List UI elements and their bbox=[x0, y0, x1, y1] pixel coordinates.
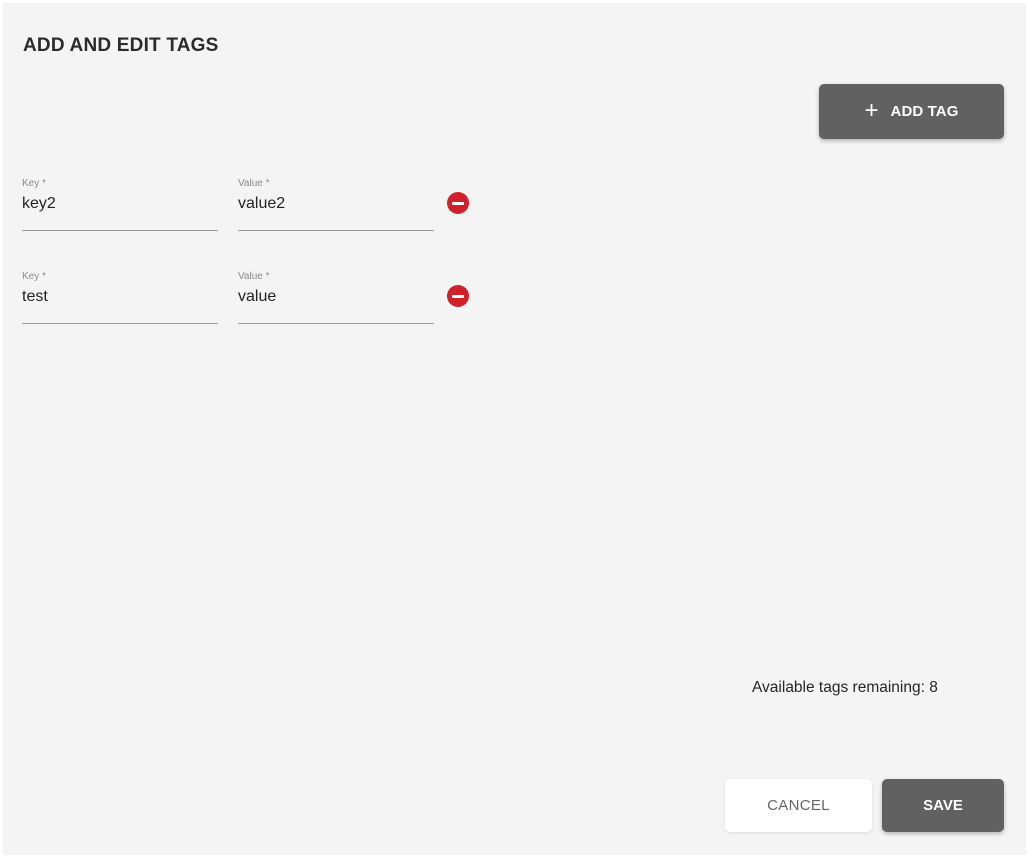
remove-circle-icon bbox=[452, 294, 464, 298]
key-label: Key * bbox=[22, 271, 46, 282]
add-tag-button[interactable]: + ADD TAG bbox=[819, 84, 1004, 139]
value-field: Value * bbox=[238, 178, 434, 231]
key-field: Key * bbox=[22, 271, 218, 324]
value-label: Value * bbox=[238, 271, 270, 282]
value-input[interactable] bbox=[238, 288, 428, 306]
remove-circle-icon bbox=[452, 201, 464, 205]
dialog-title: ADD AND EDIT TAGS bbox=[23, 35, 219, 56]
key-input[interactable] bbox=[22, 195, 212, 213]
value-label: Value * bbox=[238, 178, 270, 189]
tag-row: Key * Value * bbox=[22, 271, 482, 324]
tags-remaining-text: Available tags remaining: 8 bbox=[752, 679, 938, 696]
add-tag-label: ADD TAG bbox=[890, 103, 959, 120]
save-button[interactable]: SAVE bbox=[882, 779, 1004, 832]
remove-tag-button[interactable] bbox=[447, 285, 469, 307]
cancel-button[interactable]: CANCEL bbox=[725, 779, 872, 832]
plus-icon: + bbox=[864, 96, 879, 124]
key-field: Key * bbox=[22, 178, 218, 231]
key-label: Key * bbox=[22, 178, 46, 189]
remove-tag-button[interactable] bbox=[447, 192, 469, 214]
key-input[interactable] bbox=[22, 288, 212, 306]
value-input[interactable] bbox=[238, 195, 428, 213]
tag-row: Key * Value * bbox=[22, 178, 482, 231]
tags-dialog: ADD AND EDIT TAGS + ADD TAG Key * Value … bbox=[3, 3, 1026, 855]
value-field: Value * bbox=[238, 271, 434, 324]
